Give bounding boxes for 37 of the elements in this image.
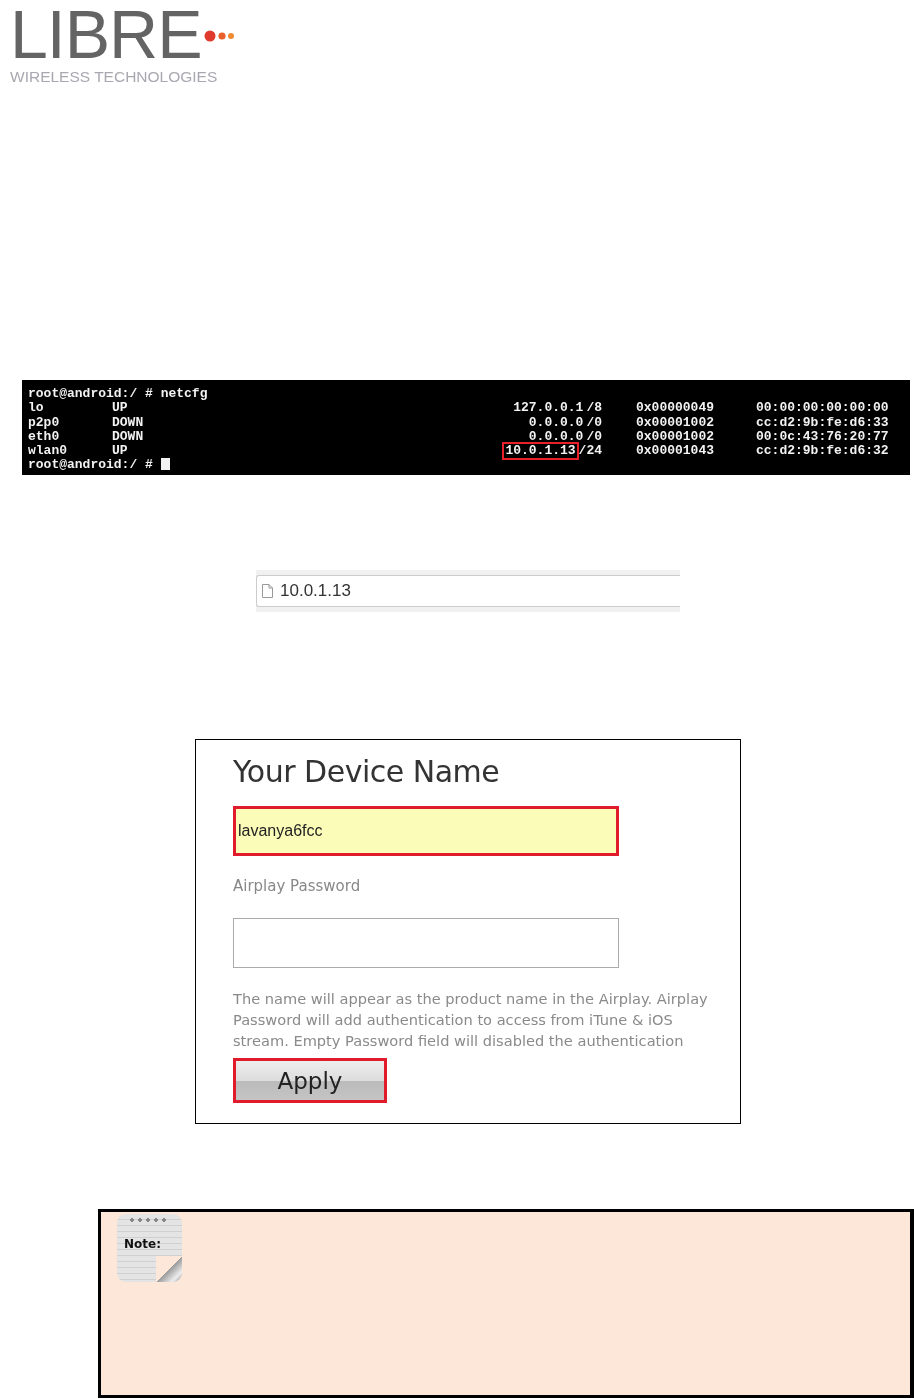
logo-tagline: WIRELESS TECHNOLOGIES [10, 68, 218, 86]
netmask: /8 [586, 401, 602, 416]
logo-wordmark: LIBRE [10, 4, 202, 64]
note-icon: Note: [117, 1214, 182, 1282]
page-icon [262, 584, 273, 598]
mac-address: 00:00:00:00:00:00 [756, 401, 889, 416]
device-name-field[interactable]: lavanya6fcc [233, 806, 619, 856]
help-text: The name will appear as the product name in the Airplay. Airplay Password will add authentication to access from iTune & iOS stream. Empty Password field will disabled the authentication [233, 989, 709, 1051]
interface-state: DOWN [112, 429, 145, 445]
interface-name: wlan0 [28, 444, 68, 459]
interface-state: DOWN [112, 415, 145, 430]
mac-address: cc:d2:9b:fe:d6:32 [756, 444, 889, 459]
interface-name: eth0 [28, 429, 61, 445]
interface-state: UP [112, 401, 129, 416]
interface-name: lo [28, 401, 45, 416]
interface-flags: 0x00001002 [636, 415, 715, 430]
interface-flags: 0x00001043 [636, 444, 715, 459]
ip-address: 10.0.1.13 [502, 442, 579, 461]
netmask: /0 [586, 429, 602, 445]
form-title: Your Device Name [233, 754, 500, 789]
cursor-icon [160, 458, 170, 471]
password-field[interactable] [233, 918, 619, 968]
mac-address: 00:0c:43:76:20:77 [756, 429, 889, 445]
netmask: /0 [586, 415, 602, 430]
address-bar[interactable]: 10.0.1.13 [256, 575, 680, 607]
interface-flags: 0x00000049 [636, 401, 715, 416]
mac-address: cc:d2:9b:fe:d6:33 [756, 415, 889, 430]
field-label: Airplay Password [233, 877, 361, 895]
shell-command: netcfg [160, 387, 208, 402]
netmask: /24 [578, 444, 602, 459]
interface-flags: 0x00001002 [636, 429, 715, 445]
apply-button[interactable]: Apply [233, 1058, 387, 1103]
shell-prompt: root@android:/ # [28, 458, 153, 473]
dots-icon [203, 30, 236, 42]
interface-name: p2p0 [28, 415, 61, 430]
shell-prompt: root@android:/ # [28, 387, 153, 402]
interface-state: UP [112, 444, 129, 459]
